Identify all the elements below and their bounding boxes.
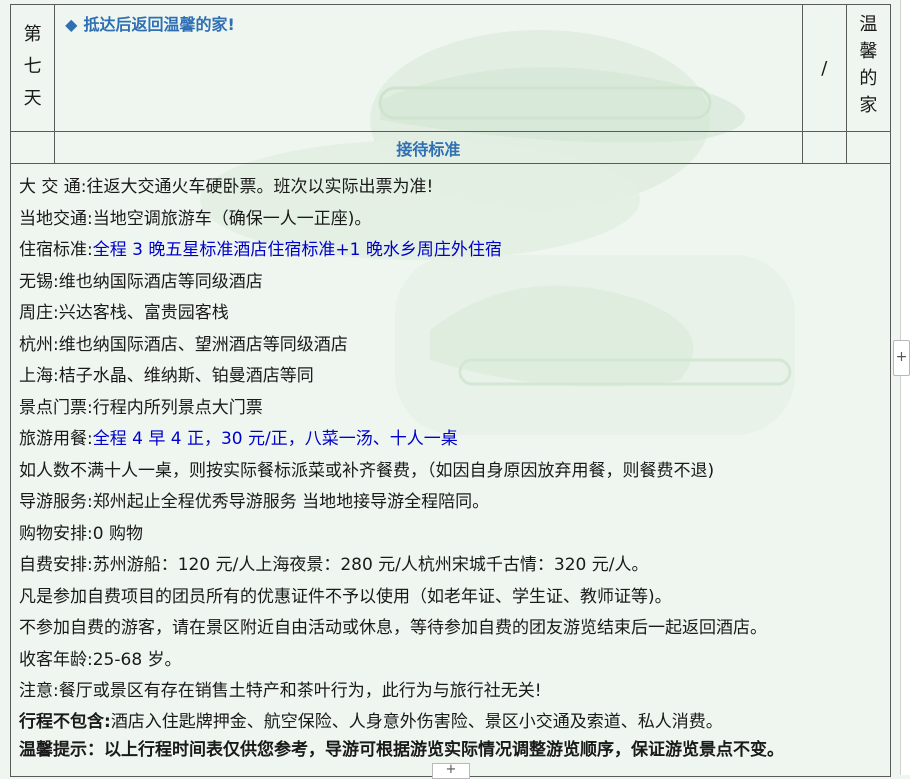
standard-line: 自费安排:苏州游船：120 元/人上海夜景：280 元/人杭州宋城千古情：320… (19, 550, 882, 582)
standard-label: 景点门票: (19, 397, 93, 418)
standard-line: 周庄:兴达客栈、富贵园客栈 (19, 298, 882, 330)
empty-cell (845, 131, 892, 164)
hotel-cell: 温 馨 的 家 (845, 4, 892, 132)
day-row: 第 七 天 ◆ 抵达后返回温馨的家! / 温 馨 的 家 (9, 4, 892, 132)
standards-header-row: 接待标准 (9, 131, 892, 164)
meal-cell: / (801, 4, 847, 132)
standard-text: 维也纳国际酒店等同级酒店 (58, 271, 263, 292)
standard-label: 住宿标准: (19, 240, 93, 260)
standard-label: 旅游用餐: (19, 429, 93, 449)
standard-text: 不参加自费的游客，请在景区附近自由活动或休息，等待参加自费的团友游览结束后一起返… (19, 618, 767, 638)
diamond-icon: ◆ (65, 15, 78, 34)
standards-body-row: 大 交 通:往返大交通火车硬卧票。班次以实际出票为准! 当地交通:当地空调旅游车… (10, 163, 891, 777)
standard-label: 收客年龄: (19, 649, 93, 670)
standard-text: 25-68 岁。 (92, 649, 182, 670)
standard-label: 导游服务: (19, 492, 93, 512)
day-description: 抵达后返回温馨的家! (83, 15, 235, 34)
standard-line: 如人数不满十人一桌，则按实际餐标派菜或补齐餐费，（如因自身原因放弃用餐，则餐费不… (19, 456, 882, 488)
exclusions-label: 行程不包含: (19, 711, 111, 732)
right-margin-bar (900, 0, 910, 775)
standard-line: 杭州:维也纳国际酒店、望洲酒店等同级酒店 (19, 330, 882, 362)
exclusions-text: 酒店入住匙牌押金、航空保险、人身意外伤害险、景区小交通及索道、私人消费。 (110, 711, 723, 732)
standard-line: 住宿标准:全程 3 晚五星标准酒店住宿标准+1 晚水乡周庄外住宿 (19, 235, 882, 267)
day-description-cell: ◆ 抵达后返回温馨的家! (54, 4, 803, 132)
standard-line: 不参加自费的游客，请在景区附近自由活动或休息，等待参加自费的团友游览结束后一起返… (19, 613, 882, 645)
hotel-char: 馨 (859, 41, 878, 62)
standard-line: 上海:桔子水晶、维纳斯、铂曼酒店等同 (19, 361, 882, 393)
day-char: 第 (23, 24, 42, 45)
standard-text: 郑州起止全程优秀导游服务 当地地接导游全程陪同。 (92, 492, 490, 512)
day-cell: 第 七 天 (9, 4, 56, 132)
standard-text: 当地空调旅游车（确保一人一正座)。 (92, 208, 372, 229)
itinerary-table: 第 七 天 ◆ 抵达后返回温馨的家! / 温 馨 的 家 接待标准 大 交 通:往… (9, 4, 892, 777)
standard-text: 行程内所列景点大门票 (92, 397, 263, 418)
standard-line: 无锡:维也纳国际酒店等同级酒店 (19, 267, 882, 299)
standard-label: 注意: (19, 681, 59, 701)
hotel-char: 家 (859, 95, 878, 116)
standard-label: 上海: (19, 366, 59, 386)
standard-text: 如人数不满十人一桌，则按实际餐标派菜或补齐餐费，（如因自身原因放弃用餐，则餐费不… (19, 460, 715, 481)
standard-line: 当地交通:当地空调旅游车（确保一人一正座)。 (19, 204, 882, 236)
standard-label: 购物安排: (19, 523, 93, 544)
standard-line: 景点门票:行程内所列景点大门票 (19, 393, 882, 425)
standard-label: 周庄: (19, 303, 59, 323)
standard-text: 餐厅或景区有存在销售土特产和茶叶行为，此行为与旅行社无关! (58, 681, 542, 701)
add-row-handle[interactable]: + (432, 763, 470, 779)
standard-line: 收客年龄:25-68 岁。 (19, 645, 882, 677)
standard-line: 注意:餐厅或景区有存在销售土特产和茶叶行为，此行为与旅行社无关! (19, 676, 882, 708)
empty-cell (9, 131, 56, 164)
standard-text: 0 购物 (92, 523, 143, 544)
hotel-char: 的 (859, 68, 878, 89)
standard-text: 维也纳国际酒店、望洲酒店等同级酒店 (58, 334, 348, 355)
standard-text: 桔子水晶、维纳斯、铂曼酒店等同 (58, 366, 314, 386)
standard-text: 苏州游船：120 元/人上海夜景：280 元/人杭州宋城千古情：320 元/人。 (92, 555, 649, 575)
standard-text: 兴达客栈、富贵园客栈 (58, 303, 229, 323)
standard-line: 旅游用餐:全程 4 早 4 正，30 元/正，八菜一汤、十人一桌 (19, 424, 882, 456)
exclusions-line: 行程不包含:酒店入住匙牌押金、航空保险、人身意外伤害险、景区小交通及索道、私人消… (19, 708, 882, 736)
standard-label: 当地交通: (19, 208, 93, 229)
empty-cell (801, 131, 847, 164)
table-resize-handle[interactable]: + (893, 340, 910, 376)
standard-line: 大 交 通:往返大交通火车硬卧票。班次以实际出票为准! (19, 172, 882, 204)
standard-line: 购物安排:0 购物 (19, 519, 882, 551)
standards-title: 接待标准 (54, 131, 803, 164)
day-char: 七 (23, 56, 42, 77)
standard-text: 往返大交通火车硬卧票。班次以实际出票为准! (86, 177, 434, 197)
standard-label: 大 交 通: (19, 177, 87, 197)
standard-text: 全程 4 早 4 正，30 元/正，八菜一汤、十人一桌 (92, 429, 458, 449)
standard-line: 导游服务:郑州起止全程优秀导游服务 当地地接导游全程陪同。 (19, 487, 882, 519)
standard-label: 无锡: (19, 271, 59, 292)
day-char: 天 (23, 88, 42, 109)
standard-text: 凡是参加自费项目的团员所有的优惠证件不予以使用（如老年证、学生证、教师证等)。 (19, 586, 672, 607)
tips-line: 温馨提示：以上行程时间表仅供您参考，导游可根据游览实际情况调整游览顺序，保证游览… (19, 739, 784, 760)
standard-label: 自费安排: (19, 555, 93, 575)
standard-text: 全程 3 晚五星标准酒店住宿标准+1 晚水乡周庄外住宿 (92, 240, 502, 260)
standard-line: 凡是参加自费项目的团员所有的优惠证件不予以使用（如老年证、学生证、教师证等)。 (19, 582, 882, 614)
standards-body: 大 交 通:往返大交通火车硬卧票。班次以实际出票为准! 当地交通:当地空调旅游车… (10, 163, 891, 777)
standard-label: 杭州: (19, 334, 59, 355)
hotel-char: 温 (859, 14, 878, 35)
